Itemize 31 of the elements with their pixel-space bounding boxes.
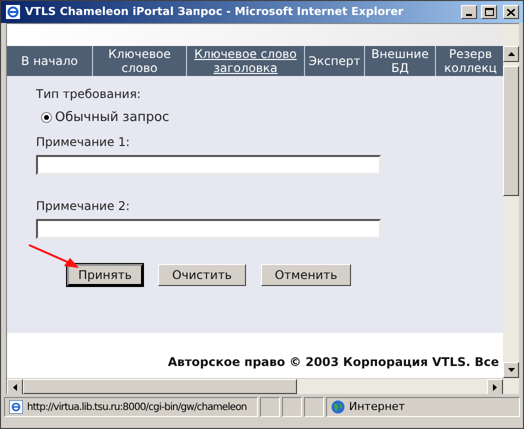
status-pane xyxy=(282,397,302,417)
maximize-button[interactable] xyxy=(481,5,497,19)
note-input-field[interactable] xyxy=(36,154,381,174)
scroll-right-icon xyxy=(492,384,498,390)
status-pane xyxy=(260,397,280,417)
status-pane xyxy=(304,397,324,417)
browser-logo-icon xyxy=(5,4,21,20)
annotation-arrow xyxy=(28,244,80,270)
request-type-label: Тип требования: xyxy=(36,86,142,103)
vertical-scrollbar[interactable] xyxy=(503,24,519,394)
close-button[interactable] xyxy=(503,5,519,19)
scroll-left-icon xyxy=(12,384,18,390)
note-input-field[interactable] xyxy=(36,218,381,238)
copyright-text: Авторское право © 2003 Корпорация VTLS. Все xyxy=(168,354,499,371)
security-zone-label: Интернет xyxy=(349,398,405,415)
note-label: Примечание 1: xyxy=(36,134,131,150)
window-title: VTLS Chameleon iPortal Запрос - Microsoft Internet Explorer xyxy=(25,4,404,20)
status-url: http://virtua.lib.tsu.ru:8000/cgi-bin/gw/chameleon xyxy=(27,400,247,414)
horizontal-scrollbar[interactable] xyxy=(7,378,503,394)
minimize-button[interactable] xyxy=(461,5,477,19)
close-icon xyxy=(507,8,515,16)
form-button[interactable]: Очистить xyxy=(158,264,246,286)
globe-icon xyxy=(331,400,345,414)
scroll-up-icon xyxy=(508,52,514,56)
note-label: Примечание 2: xyxy=(36,198,131,214)
form-button[interactable]: Принять xyxy=(67,264,143,286)
form-button[interactable]: Отменить xyxy=(261,264,351,286)
page-icon xyxy=(9,400,23,414)
radio-label: Обычный запрос xyxy=(55,109,170,127)
scroll-down-icon xyxy=(508,368,514,372)
radio-button[interactable] xyxy=(41,112,52,124)
